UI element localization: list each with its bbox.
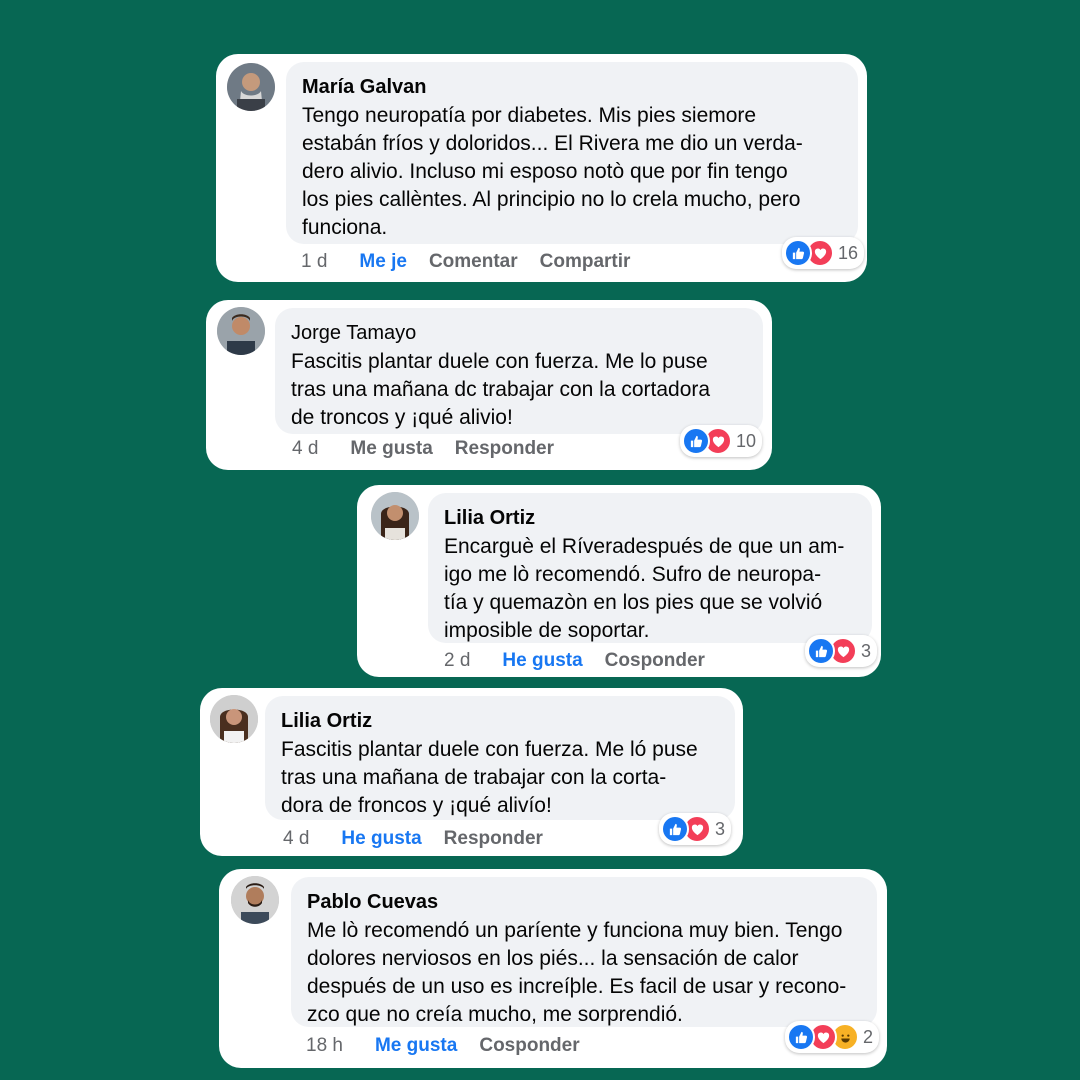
comment-time[interactable]: 4 d [292, 438, 318, 460]
comment-bubble: Lilia Ortiz Fascitis plantar duele con f… [265, 696, 735, 820]
like-icon [787, 1023, 815, 1051]
avatar[interactable] [371, 492, 419, 540]
like-button[interactable]: Me gusta [375, 1035, 457, 1057]
avatar[interactable] [210, 695, 258, 743]
reply-button[interactable]: Cosponder [605, 650, 705, 672]
comment-bubble: María Galvan Tengo neuropatía por diabet… [286, 62, 858, 244]
comment-actions: 4 d Me gusta Responder [292, 438, 554, 460]
comment-bubble: Pablo Cuevas Me lò recomendó un paríente… [291, 877, 877, 1027]
comment-time[interactable]: 4 d [283, 828, 309, 850]
comment-card: Lilia Ortiz Encarguè el Ríveradespués de… [357, 485, 881, 677]
comment-card: Jorge Tamayo Fascitis plantar duele con … [206, 300, 772, 470]
like-icon [807, 637, 835, 665]
avatar[interactable] [231, 876, 279, 924]
comment-author[interactable]: María Galvan [302, 74, 844, 100]
comment-time[interactable]: 1 d [301, 251, 327, 273]
avatar[interactable] [227, 63, 275, 111]
reaction-summary[interactable]: 10 [680, 425, 763, 457]
like-icon [661, 815, 689, 843]
like-icon [682, 427, 710, 455]
reply-button[interactable]: Responder [455, 438, 554, 460]
comment-bubble: Lilia Ortiz Encarguè el Ríveradespués de… [428, 493, 872, 643]
like-button[interactable]: Me gusta [350, 438, 432, 460]
comment-text: Fascitis plantar duele con fuerza. Me lo… [291, 350, 711, 429]
comment-time[interactable]: 18 h [306, 1035, 343, 1057]
reaction-count: 3 [861, 640, 872, 661]
comment-author[interactable]: Lilia Ortiz [281, 708, 721, 734]
comment-text: Me lò recomendó un paríente y funciona m… [307, 919, 847, 1026]
like-button[interactable]: Me je [359, 251, 407, 273]
like-button[interactable]: He gusta [341, 828, 421, 850]
comment-actions: 18 h Me gusta Cosponder [306, 1035, 580, 1057]
comment-card: Lilia Ortiz Fascitis plantar duele con f… [200, 688, 743, 856]
reaction-count: 3 [715, 818, 726, 839]
reaction-summary[interactable]: 2 [785, 1021, 880, 1053]
comment-author[interactable]: Jorge Tamayo [291, 320, 749, 346]
reaction-summary[interactable]: 16 [782, 237, 865, 269]
reply-button[interactable]: Responder [444, 828, 543, 850]
comment-card: María Galvan Tengo neuropatía por diabet… [216, 54, 867, 282]
comment-actions: 2 d He gusta Cosponder [444, 650, 705, 672]
reaction-count: 16 [838, 242, 859, 263]
like-button[interactable]: He gusta [502, 650, 582, 672]
reply-button[interactable]: Cosponder [479, 1035, 579, 1057]
comment-card: Pablo Cuevas Me lò recomendó un paríente… [219, 869, 887, 1068]
comment-time[interactable]: 2 d [444, 650, 470, 672]
comment-text: Fascitis plantar duele con fuerza. Me ló… [281, 738, 698, 817]
share-button[interactable]: Compartir [540, 251, 631, 273]
comment-actions: 4 d He gusta Responder [283, 828, 543, 850]
like-icon [784, 239, 812, 267]
reaction-summary[interactable]: 3 [805, 635, 878, 667]
comment-text: Encarguè el Ríveradespués de que un am- … [444, 535, 845, 642]
reaction-count: 2 [863, 1026, 874, 1047]
avatar[interactable] [217, 307, 265, 355]
reaction-count: 10 [736, 430, 757, 451]
comment-button[interactable]: Comentar [429, 251, 518, 273]
comment-actions: 1 d Me je Comentar Compartir [301, 251, 630, 273]
comment-bubble: Jorge Tamayo Fascitis plantar duele con … [275, 308, 763, 434]
reaction-summary[interactable]: 3 [659, 813, 732, 845]
comment-text: Tengo neuropatía por diabetes. Mis pies … [302, 104, 803, 239]
comment-author[interactable]: Lilia Ortiz [444, 505, 858, 531]
comment-author[interactable]: Pablo Cuevas [307, 889, 863, 915]
